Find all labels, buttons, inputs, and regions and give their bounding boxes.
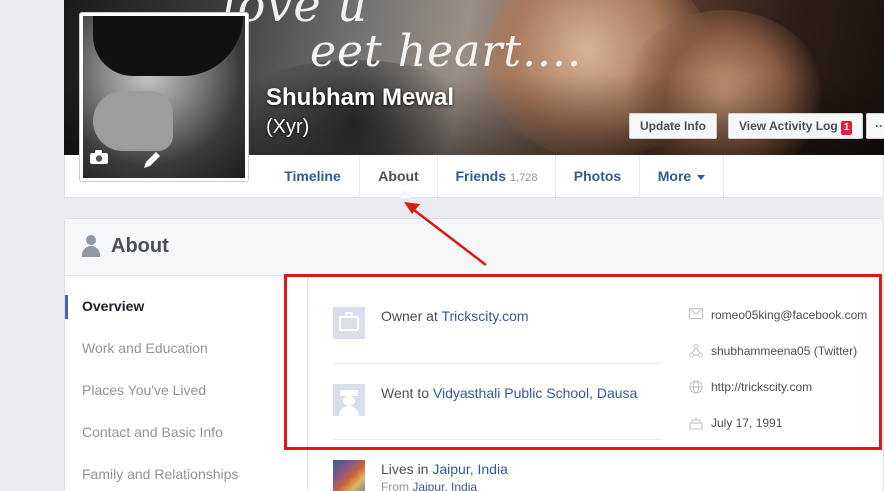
city-thumbnail[interactable] [333, 460, 365, 491]
lives-link[interactable]: Jaipur, India [432, 461, 508, 477]
camera-icon[interactable] [90, 150, 108, 164]
sidebar-item-places-lived[interactable]: Places You've Lived [82, 382, 206, 398]
tab-photos[interactable]: Photos [556, 155, 640, 197]
update-info-button[interactable]: Update Info [629, 113, 717, 139]
tab-timeline[interactable]: Timeline [266, 155, 360, 197]
profile-alternate-name: (Xyr) [266, 116, 310, 138]
tab-label: Photos [573, 168, 622, 184]
cover-overlay-text: eet heart.... [310, 26, 583, 77]
photo-shape [93, 91, 173, 151]
lives-prefix: Lives in [381, 461, 433, 477]
about-sidebar: Overview Work and Education Places You'v… [65, 276, 308, 491]
profile-name[interactable]: Shubham Mewal [266, 84, 454, 112]
more-options-button[interactable]: ··· [866, 113, 884, 139]
annotation-highlight-box [284, 274, 882, 450]
sidebar-item-overview[interactable]: Overview [82, 298, 144, 314]
lives-entry: Lives in Jaipur, India [381, 461, 508, 477]
tab-label: About [378, 168, 419, 184]
about-header: About [65, 219, 883, 276]
active-tab-pointer-fill [399, 192, 411, 198]
from-entry: From Jaipur, India [381, 480, 477, 491]
sidebar-item-family[interactable]: Family and Relationships [82, 466, 238, 482]
tab-label: More [657, 168, 692, 184]
from-link[interactable]: Jaipur, India [412, 480, 477, 491]
sidebar-item-work-education[interactable]: Work and Education [82, 340, 208, 356]
about-title: About [111, 235, 169, 257]
tab-more[interactable]: More [640, 155, 724, 197]
view-activity-log-button[interactable]: View Activity Log 1 [728, 113, 864, 139]
tab-label: Timeline [284, 168, 341, 184]
sidebar-item-contact-info[interactable]: Contact and Basic Info [82, 424, 223, 440]
activity-badge: 1 [840, 121, 853, 135]
friends-count: 1,728 [510, 172, 538, 184]
person-icon [82, 235, 100, 257]
pencil-icon[interactable] [142, 150, 162, 175]
photo-shape [93, 16, 243, 76]
view-activity-log-label: View Activity Log [739, 119, 838, 133]
tab-friends[interactable]: Friends 1,728 [438, 155, 556, 197]
caret-down-icon [697, 174, 706, 180]
active-marker [65, 295, 68, 319]
tab-label: Friends [455, 168, 507, 184]
from-prefix: From [381, 480, 413, 491]
